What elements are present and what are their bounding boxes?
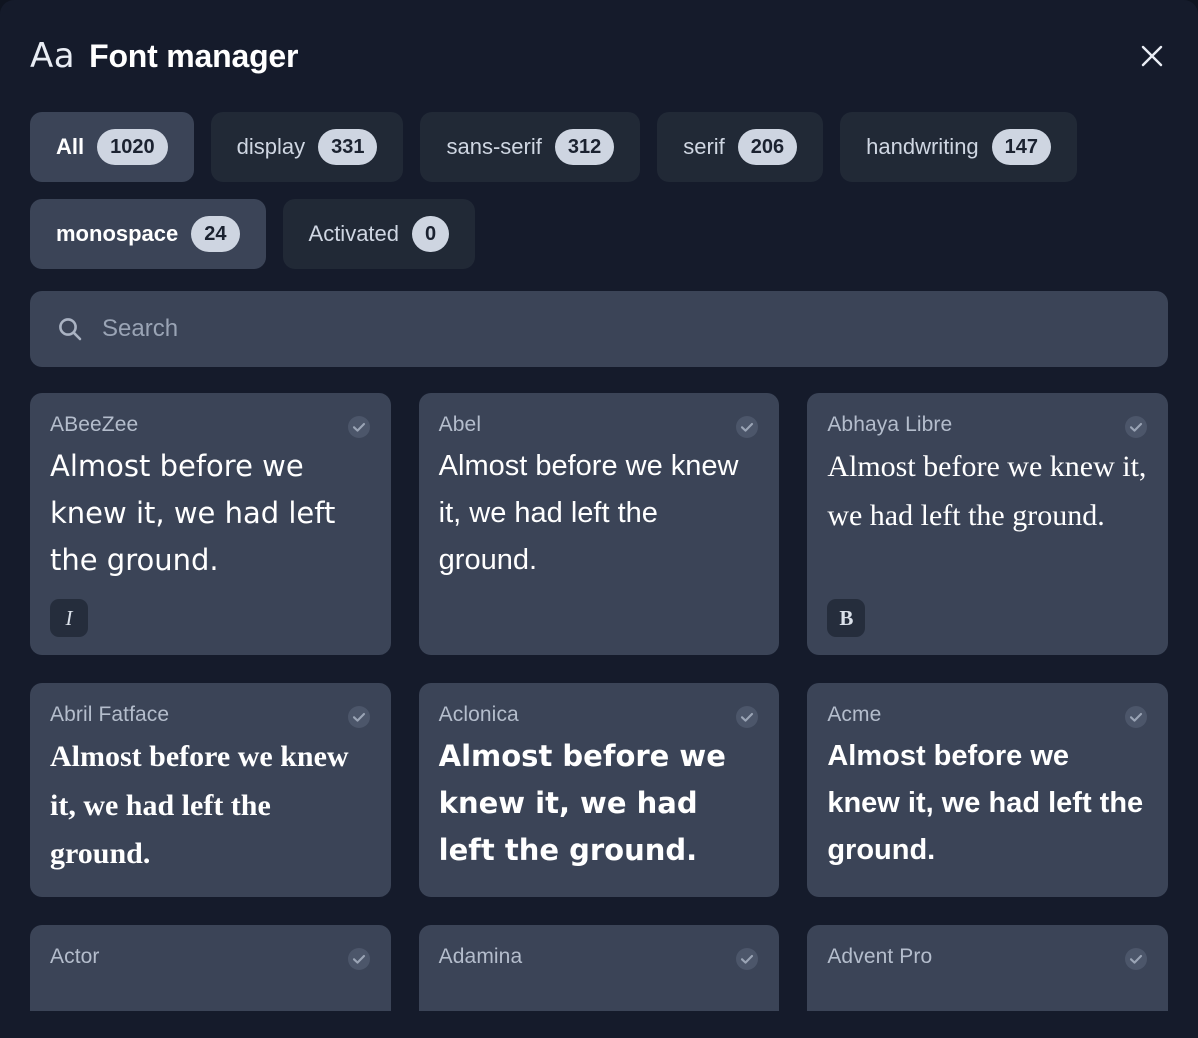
font-card[interactable]: Advent Pro [807,925,1168,1011]
font-card-header: Abel [439,413,760,439]
font-card[interactable]: Abel Almost before we knew it, we had lef… [419,393,780,655]
font-name-label: Abhaya Libre [827,413,952,436]
filter-chip-display[interactable]: display 331 [211,112,404,182]
font-name-label: Actor [50,945,100,968]
font-sample-text: Almost before we knew it, we had left th… [439,733,760,874]
font-grid-scroll-area[interactable]: ABeeZee Almost before we knew it, we had … [0,393,1198,1011]
font-card-header: Advent Pro [827,945,1148,971]
font-grid-row-1: ABeeZee Almost before we knew it, we had … [30,393,1168,655]
font-name-label: Abel [439,413,481,436]
close-icon [1139,43,1165,69]
activate-check-icon[interactable] [735,415,759,439]
activate-check-icon[interactable] [347,947,371,971]
font-card[interactable]: ABeeZee Almost before we knew it, we had … [30,393,391,655]
font-grid-row-3: Actor Adamina Advent Pro [30,925,1168,1011]
filter-chip-label: Activated [309,223,400,245]
filter-chip-count: 331 [318,129,377,165]
activate-check-icon[interactable] [735,947,759,971]
font-card[interactable]: Acme Almost before we knew it, we had lef… [807,683,1168,897]
font-name-label: Adamina [439,945,523,968]
filter-chip-label: display [237,136,305,158]
font-variants: I [50,585,371,637]
filter-chip-count: 147 [992,129,1051,165]
font-variants: B [827,585,1148,637]
activate-check-icon[interactable] [347,705,371,729]
filter-chip-all[interactable]: All 1020 [30,112,194,182]
filter-chip-label: serif [683,136,725,158]
font-grid-row-2: Abril Fatface Almost before we knew it, w… [30,683,1168,897]
font-name-label: Acme [827,703,881,726]
title-group: Aa Font manager [30,39,298,73]
filter-chip-count: 1020 [97,129,168,165]
font-name-label: Aclonica [439,703,519,726]
variant-italic-button[interactable]: I [50,599,88,637]
filter-chip-label: sans-serif [446,136,541,158]
activate-check-icon[interactable] [735,705,759,729]
font-card-header: Adamina [439,945,760,971]
activate-check-icon[interactable] [347,415,371,439]
filter-chip-label: All [56,136,84,158]
font-card-header: Abril Fatface [50,703,371,729]
font-name-label: Advent Pro [827,945,932,968]
close-button[interactable] [1132,36,1172,76]
filter-chip-count: 312 [555,129,614,165]
filter-chip-count: 0 [412,216,449,252]
font-sample-text: Almost before we knew it, we had left th… [827,443,1148,540]
filter-chip-label: handwriting [866,136,979,158]
activate-check-icon[interactable] [1124,947,1148,971]
font-card-header: Abhaya Libre [827,413,1148,439]
filter-chip-activated[interactable]: Activated 0 [283,199,476,269]
font-manager-window: Aa Font manager All 1020 display 331 sans-se… [0,0,1198,1038]
font-sample-text: Almost before we knew it, we had left th… [439,443,760,584]
font-card-header: Acme [827,703,1148,729]
font-card[interactable]: Adamina [419,925,780,1011]
search-icon [56,315,84,343]
font-card[interactable]: Actor [30,925,391,1011]
search-box[interactable] [30,291,1168,367]
category-filter-bar: All 1020 display 331 sans-serif 312 serif 206 ha… [0,112,1198,269]
window-header: Aa Font manager [0,0,1198,112]
activate-check-icon[interactable] [1124,705,1148,729]
font-card-header: Aclonica [439,703,760,729]
font-card[interactable]: Abril Fatface Almost before we knew it, w… [30,683,391,897]
font-card-header: ABeeZee [50,413,371,439]
filter-chip-serif[interactable]: serif 206 [657,112,823,182]
aa-logo-icon: Aa [30,39,75,73]
filter-chip-count: 24 [191,216,239,252]
font-sample-text: Almost before we knew it, we had left th… [50,443,371,584]
font-card[interactable]: Aclonica Almost before we knew it, we had… [419,683,780,897]
page-title: Font manager [89,40,298,72]
search-input[interactable] [102,315,1142,343]
font-card[interactable]: Abhaya Libre Almost before we knew it, we… [807,393,1168,655]
filter-chip-count: 206 [738,129,797,165]
filter-chip-handwriting[interactable]: handwriting 147 [840,112,1077,182]
filter-chip-sans-serif[interactable]: sans-serif 312 [420,112,640,182]
font-card-header: Actor [50,945,371,971]
font-name-label: ABeeZee [50,413,138,436]
font-sample-text: Almost before we knew it, we had left th… [50,733,371,879]
font-name-label: Abril Fatface [50,703,169,726]
filter-chip-monospace[interactable]: monospace 24 [30,199,266,269]
activate-check-icon[interactable] [1124,415,1148,439]
filter-chip-label: monospace [56,223,178,245]
variant-bold-button[interactable]: B [827,599,865,637]
font-sample-text: Almost before we knew it, we had left th… [827,733,1148,874]
search-section [0,291,1198,367]
